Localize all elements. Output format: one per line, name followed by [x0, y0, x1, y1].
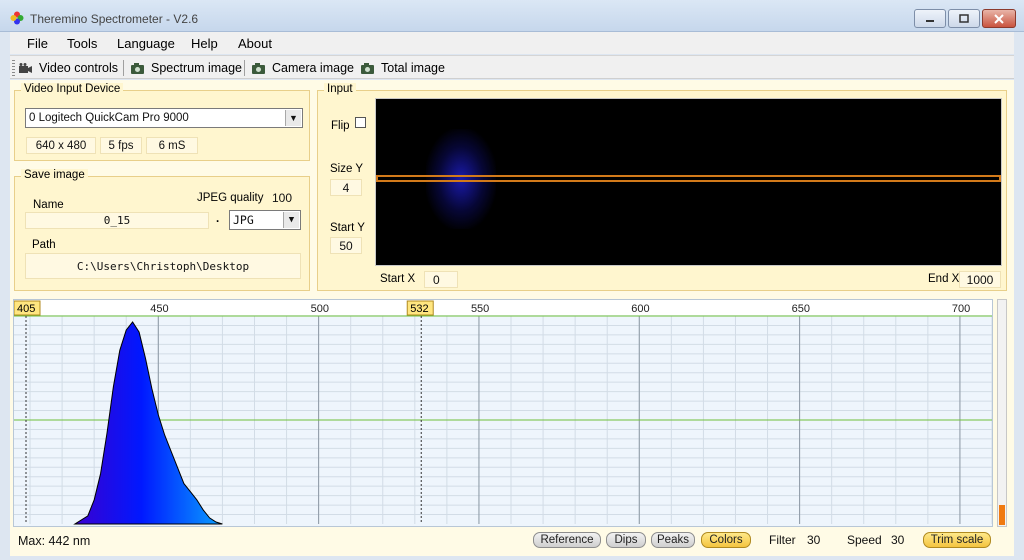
speed-value[interactable]: 30 [891, 533, 904, 547]
end-x-label: End X [928, 273, 960, 285]
maximize-button[interactable] [948, 9, 980, 28]
menu-file[interactable]: File [27, 36, 48, 51]
peaks-button[interactable]: Peaks [651, 532, 695, 548]
spectrum-chart[interactable]: 450 500 550 600 650 700 405 532 [13, 299, 993, 527]
minimize-icon [926, 19, 934, 22]
camera-image-button[interactable]: Camera image [251, 59, 354, 77]
minimize-button[interactable] [914, 9, 946, 28]
name-label: Name [33, 199, 64, 211]
chevron-down-icon[interactable]: ▼ [283, 212, 299, 228]
video-controls-button[interactable]: Video controls [18, 59, 118, 77]
video-camera-icon [19, 62, 32, 73]
extension-dot: . [216, 213, 220, 225]
flip-checkbox[interactable] [355, 117, 366, 128]
toolbar-separator [244, 60, 245, 76]
filter-label: Filter [769, 533, 796, 547]
spectrum-image-button[interactable]: Spectrum image [130, 59, 242, 77]
end-x-input[interactable]: 1000 [959, 271, 1001, 288]
colors-button[interactable]: Colors [701, 532, 751, 548]
signal-level-fill [999, 505, 1005, 525]
size-y-input[interactable]: 4 [330, 179, 362, 196]
name-input[interactable]: 0_15 [25, 212, 209, 229]
dips-button[interactable]: Dips [606, 532, 646, 548]
camera-icon [131, 62, 144, 74]
title-bar: Theremino Spectrometer - V2.6 [0, 0, 1024, 32]
spectrum-image-label: Spectrum image [151, 61, 243, 75]
menu-help[interactable]: Help [191, 36, 218, 51]
total-image-label: Total image [381, 61, 445, 75]
input-title: Input [324, 83, 356, 95]
video-input-group: Video Input Device 0 Logitech QuickCam P… [14, 83, 310, 161]
signal-level-bar [997, 299, 1007, 527]
flip-label: Flip [331, 120, 350, 132]
exposure-display: 6 mS [146, 137, 198, 154]
window-title: Theremino Spectrometer - V2.6 [30, 12, 199, 26]
save-image-group: Save image JPEG quality 100 Name 0_15 . … [14, 169, 310, 291]
main-panel: Video Input Device 0 Logitech QuickCam P… [10, 80, 1014, 556]
camera-icon [252, 62, 265, 74]
save-image-title: Save image [21, 169, 88, 181]
path-label: Path [32, 239, 56, 251]
start-y-input[interactable]: 50 [330, 237, 362, 254]
fps-display: 5 fps [100, 137, 142, 154]
marker-label: 532 [410, 303, 428, 315]
menu-about[interactable]: About [238, 36, 272, 51]
camera-icon [361, 62, 374, 74]
path-input[interactable]: C:\Users\Christoph\Desktop [25, 253, 301, 279]
filter-value[interactable]: 30 [807, 533, 820, 547]
video-input-title: Video Input Device [21, 83, 124, 95]
tick-label: 650 [792, 303, 810, 315]
image-format-select[interactable]: JPG ▼ [229, 210, 301, 230]
scan-region-marker[interactable] [376, 175, 1001, 182]
chevron-down-icon[interactable]: ▼ [285, 110, 301, 126]
total-image-button[interactable]: Total image [360, 59, 445, 77]
image-format-value: JPG [233, 213, 254, 227]
toolbar-separator [123, 60, 124, 76]
tick-label: 500 [311, 303, 329, 315]
menu-bar: File Tools Language Help About [10, 32, 1014, 54]
jpeg-quality-input[interactable]: 100 [265, 189, 299, 206]
video-controls-label: Video controls [39, 61, 118, 75]
marker-label: 405 [17, 303, 35, 315]
close-icon [994, 13, 1004, 24]
menu-tools[interactable]: Tools [67, 36, 97, 51]
speed-label: Speed [847, 533, 882, 547]
toolbar: Video controls Spectrum image Camera ima… [10, 55, 1014, 79]
tick-label: 450 [150, 303, 168, 315]
reference-button[interactable]: Reference [533, 532, 601, 548]
trim-scale-button[interactable]: Trim scale [923, 532, 991, 548]
spectrum-plot: 450 500 550 600 650 700 405 532 [14, 300, 992, 525]
app-logo-icon [10, 11, 24, 25]
toolbar-grip[interactable] [12, 60, 15, 76]
max-wavelength-readout: Max: 442 nm [18, 534, 91, 548]
tick-label: 700 [952, 303, 970, 315]
start-x-label: Start X [380, 273, 416, 285]
close-button[interactable] [982, 9, 1016, 28]
video-device-value: 0 Logitech QuickCam Pro 9000 [29, 112, 189, 124]
tick-label: 600 [631, 303, 649, 315]
start-x-input[interactable]: 0 [424, 271, 458, 288]
video-device-select[interactable]: 0 Logitech QuickCam Pro 9000 ▼ [25, 108, 303, 128]
camera-image-label: Camera image [272, 61, 354, 75]
size-y-label: Size Y [330, 163, 364, 175]
camera-preview[interactable] [375, 98, 1002, 266]
jpeg-quality-label: JPEG quality [197, 192, 264, 204]
tick-label: 550 [471, 303, 489, 315]
spectrum-area [73, 321, 223, 525]
resolution-display: 640 x 480 [26, 137, 96, 154]
menu-language[interactable]: Language [117, 36, 175, 51]
maximize-icon [959, 14, 969, 23]
start-y-label: Start Y [330, 222, 365, 234]
